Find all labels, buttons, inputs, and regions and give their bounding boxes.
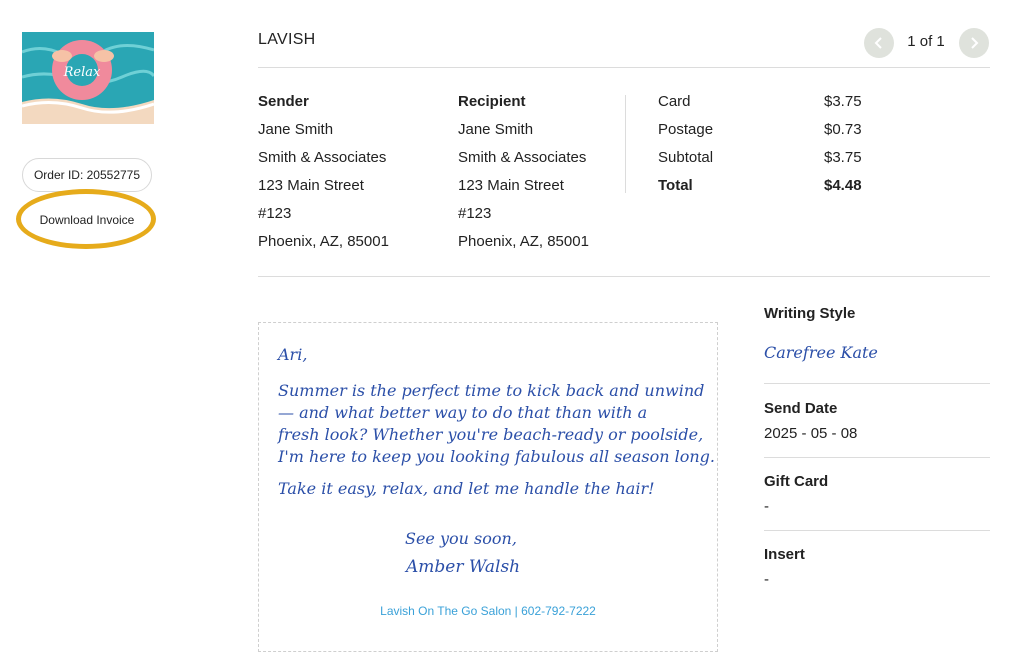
- order-id-text: Order ID: 20552775: [33, 168, 141, 182]
- letter-greeting: Ari,: [278, 345, 308, 364]
- sender-street: 123 Main Street: [258, 177, 364, 194]
- recipient-heading: Recipient: [458, 93, 526, 110]
- writing-style-value: Carefree Kate: [764, 343, 878, 362]
- recipient-street: 123 Main Street: [458, 177, 564, 194]
- card-cost-label: Card: [658, 93, 691, 110]
- insert-value: -: [764, 571, 769, 588]
- download-invoice-label: Download Invoice: [39, 213, 135, 227]
- letter-body: Summer is the perfect time to kick back …: [278, 380, 715, 500]
- subtotal-label: Subtotal: [658, 149, 714, 166]
- insert-label: Insert: [764, 546, 805, 563]
- card-cost-value: $3.75: [824, 93, 862, 110]
- next-page-button[interactable]: [959, 28, 989, 58]
- prev-page-button[interactable]: [864, 28, 894, 58]
- sender-company: Smith & Associates: [258, 149, 387, 166]
- letter-signature: Amber Walsh: [406, 557, 521, 577]
- total-label: Total: [658, 177, 693, 194]
- postage-cost-label: Postage: [658, 121, 714, 138]
- gift-card-value: -: [764, 498, 769, 515]
- sender-unit: #123: [258, 205, 292, 222]
- detail-divider: [764, 530, 990, 531]
- writing-style-label: Writing Style: [764, 305, 856, 322]
- page-indicator: 1 of 1: [907, 33, 945, 50]
- recipient-unit: #123: [458, 205, 492, 222]
- sender-heading: Sender: [258, 93, 309, 110]
- cost-divider: [625, 95, 626, 193]
- order-id-badge: Order ID: 20552775: [22, 158, 152, 192]
- recipient-block: Recipient Jane Smith Smith & Associates …: [458, 88, 589, 256]
- letter-footer: Lavish On The Go Salon | 602-792-7222: [380, 604, 596, 618]
- thumbnail-text: Relax: [63, 65, 101, 80]
- send-date-value: 2025 - 05 - 08: [764, 425, 858, 442]
- letter-closing: See you soon,: [405, 529, 517, 548]
- chevron-left-icon: [874, 37, 882, 49]
- card-thumbnail: Relax: [22, 32, 154, 124]
- recipient-name: Jane Smith: [458, 121, 534, 138]
- brand-name: LAVISH: [258, 31, 316, 48]
- sender-block: Sender Jane Smith Smith & Associates 123…: [258, 88, 389, 256]
- letter-body-main: Summer is the perfect time to kick back …: [278, 381, 716, 466]
- sender-city: Phoenix, AZ, 85001: [258, 233, 389, 250]
- chevron-right-icon: [971, 37, 979, 49]
- header-divider: [258, 67, 990, 68]
- send-date-label: Send Date: [764, 400, 838, 417]
- section-divider: [258, 276, 990, 277]
- letter-body-closing-line: Take it easy, relax, and let me handle t…: [278, 479, 655, 498]
- sender-name: Jane Smith: [258, 121, 334, 138]
- subtotal-value: $3.75: [824, 149, 862, 166]
- detail-divider: [764, 383, 990, 384]
- gift-card-label: Gift Card: [764, 473, 829, 490]
- recipient-company: Smith & Associates: [458, 149, 587, 166]
- total-value: $4.48: [824, 177, 862, 194]
- download-invoice-button[interactable]: Download Invoice: [22, 203, 152, 237]
- recipient-city: Phoenix, AZ, 85001: [458, 233, 589, 250]
- detail-divider: [764, 457, 990, 458]
- postage-cost-value: $0.73: [824, 121, 862, 138]
